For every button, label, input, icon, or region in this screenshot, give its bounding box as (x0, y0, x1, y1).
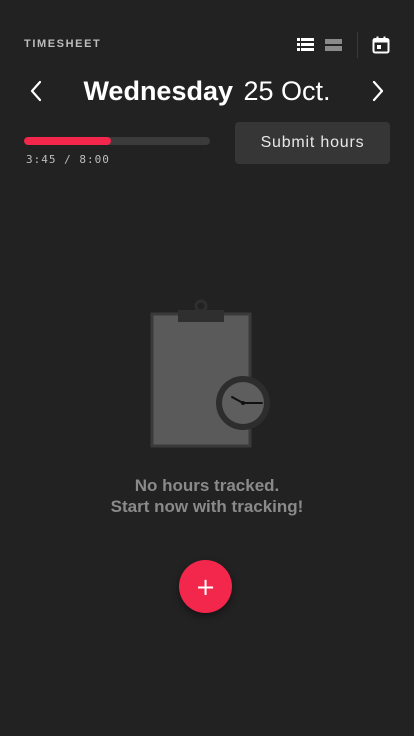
hours-progress-text: 3:45 / 8:00 (26, 153, 110, 166)
previous-day-button[interactable] (24, 79, 48, 103)
plus-icon: + (195, 572, 216, 601)
current-date: Wednesday 25 Oct. (54, 74, 360, 108)
add-time-entry-button[interactable]: + (179, 560, 232, 613)
day-date: 25 Oct. (243, 76, 331, 106)
submit-hours-button[interactable]: Submit hours (235, 122, 390, 164)
calendar-icon[interactable] (371, 35, 391, 55)
hours-progress-bar (24, 137, 210, 145)
chevron-left-icon (30, 80, 42, 102)
timesheet-screen: TIMESHEET Wednesday 25 Oct. 3:45 / 8:00 … (0, 0, 414, 736)
compact-view-icon[interactable] (323, 36, 343, 54)
empty-state-subtitle: Start now with tracking! (110, 497, 304, 516)
hours-progress-fill (24, 137, 112, 145)
clipboard-clock-icon (146, 296, 274, 456)
empty-state-title: No hours tracked. (134, 476, 280, 495)
app-title: TIMESHEET (24, 38, 102, 50)
chevron-right-icon (372, 80, 384, 102)
next-day-button[interactable] (366, 79, 390, 103)
day-name: Wednesday (83, 76, 233, 106)
toolbar-divider (357, 32, 358, 58)
list-view-icon[interactable] (295, 36, 315, 54)
